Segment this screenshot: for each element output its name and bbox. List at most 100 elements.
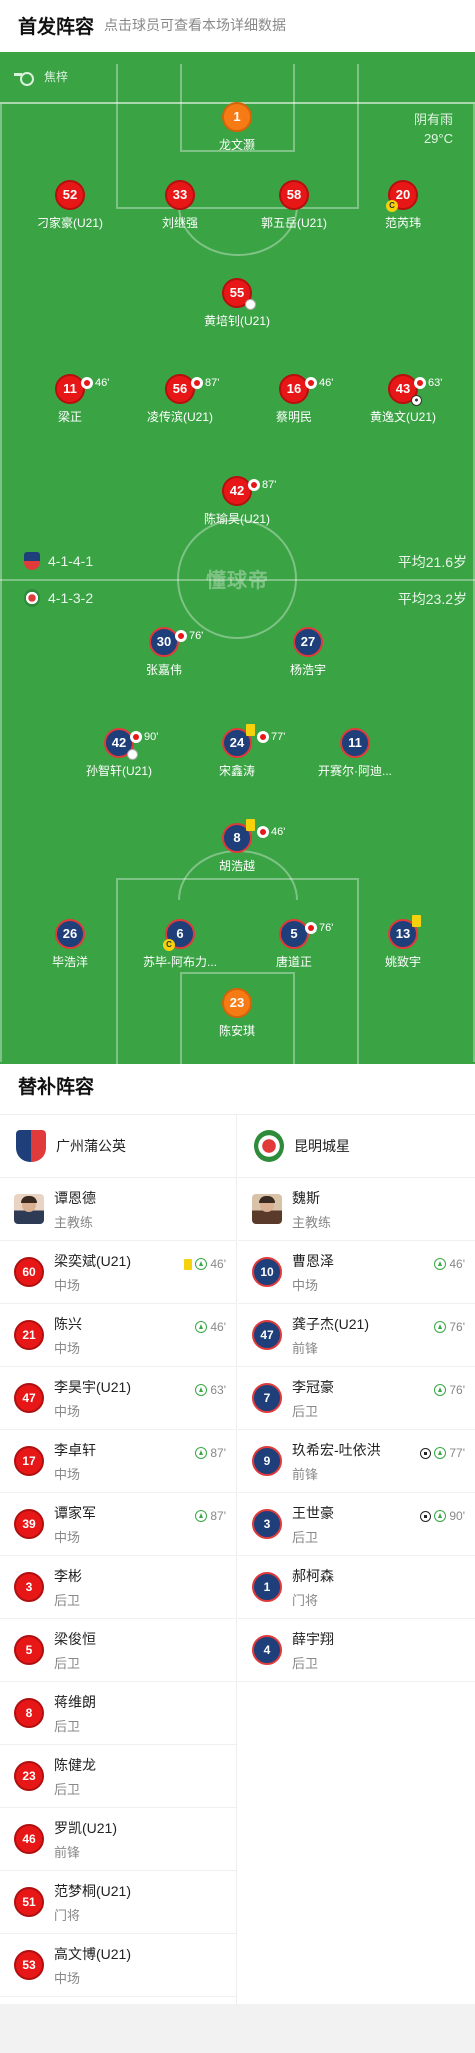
sub-player-row[interactable]: 46 罗凯(U21) 前锋 [0,1808,236,1871]
footer [0,2004,475,2053]
player-card[interactable]: 42 87' 陈瑜昊(U21) [177,476,297,527]
player-card[interactable]: 55 黄培钊(U21) [177,278,297,329]
sub-player-row[interactable]: 4 薛宇翔 后卫 [238,1619,475,1682]
sub-player-row[interactable]: 3 李彬 后卫 [0,1556,236,1619]
home-team-header[interactable]: 广州蒲公英 [0,1115,236,1178]
sub-player-row[interactable]: 17 李卓轩 中场 87' [0,1430,236,1493]
sub-player-row[interactable]: 3 王世豪 后卫 90' [238,1493,475,1556]
away-shield-icon [24,589,40,607]
yellow-card-icon [246,724,255,736]
shirt-number: 60 [14,1257,44,1287]
player-card[interactable]: 42 90' 孙智轩(U21) [59,728,179,779]
sub-off-marker: 46' [305,370,333,396]
sub-player-row[interactable]: 10 曹恩泽 中场 46' [238,1241,475,1304]
sub-on-icon [434,1258,447,1270]
player-position: 中场 [54,1970,81,1986]
coach-row[interactable]: 魏斯 主教练 [238,1178,475,1241]
player-name: 曹恩泽 [292,1252,334,1269]
shirt-number: 23 [222,988,252,1018]
sub-player-row[interactable]: 51 范梦桐(U21) 门将 [0,1871,236,1934]
sub-time: 46' [319,377,334,389]
sub-player-row[interactable]: 21 陈兴 中场 46' [0,1304,236,1367]
player-card[interactable]: 30 76' 张嘉伟 [104,627,224,678]
player-position: 中场 [54,1403,81,1419]
player-name: 杨浩宇 [289,663,326,677]
player-card[interactable]: 52 刁家豪(U21) [10,180,130,231]
player-name: 郭五岳(U21) [260,216,327,230]
player-card[interactable]: 43 63' ● 黄逸文(U21) [343,374,463,425]
player-card[interactable]: 5 76' 唐道正 [234,919,354,970]
player-card[interactable]: 26 毕浩洋 [10,919,130,970]
player-name: 孙智轩(U21) [85,764,152,778]
player-position: 后卫 [54,1718,81,1734]
player-name: 梁正 [57,410,82,424]
player-card[interactable]: 8 46' 胡浩越 [177,819,297,874]
player-position: 后卫 [292,1529,319,1545]
coach-role: 主教练 [54,1214,94,1230]
sub-time: 87' [210,1446,226,1460]
away-formation-row: 4-1-3-2 [24,589,93,607]
player-gk-away[interactable]: 23 陈安琪 [177,988,297,1039]
sub-player-row[interactable]: 39 谭家军 中场 87' [0,1493,236,1556]
sub-player-row[interactable]: 1 郝柯森 门将 [238,1556,475,1619]
sub-player-row[interactable]: 23 陈健龙 后卫 [0,1745,236,1808]
whistle-icon [14,71,34,86]
player-name: 李昊宇(U21) [54,1378,132,1395]
shirt-number: 47 [252,1320,282,1350]
shirt-number: 6C [163,919,195,951]
sub-time: 90' [144,731,159,743]
sub-time: 76' [319,922,334,934]
sub-player-row[interactable]: 47 龚子杰(U21) 前锋 76' [238,1304,475,1367]
player-card[interactable]: 20 C 范芮玮 [343,180,463,231]
subs-title: 替补阵容 [18,1077,95,1098]
player-card[interactable]: 58 郭五岳(U21) [234,180,354,231]
sub-player-row[interactable]: 7 李冠豪 后卫 76' [238,1367,475,1430]
sub-on-event: 46' [434,1257,465,1271]
team-name: 昆明城星 [294,1138,350,1154]
coach-row[interactable]: 谭恩德 主教练 [0,1178,236,1241]
player-name: 姚致宇 [384,955,421,969]
sub-player-row[interactable]: 8 蒋维朗 后卫 [0,1682,236,1745]
player-position: 中场 [54,1466,81,1482]
page-subtitle: 点击球员可查看本场详细数据 [104,17,287,33]
sub-off-icon [81,377,93,389]
sub-off-icon [257,731,269,743]
home-formation: 4-1-4-1 [48,553,94,569]
player-name: 谭家军 [54,1504,96,1521]
shirt-number: 58 [279,180,309,210]
sub-time: 46' [449,1257,465,1271]
sub-player-row[interactable]: 5 梁俊恒 后卫 [0,1619,236,1682]
sub-player-row[interactable]: 60 梁奕斌(U21) 中场 46' [0,1241,236,1304]
shirt-number-text: 55 [229,285,245,300]
player-position: 门将 [54,1907,81,1923]
sub-player-row[interactable]: 9 玖希宏-吐依洪 前锋 77' [238,1430,475,1493]
home-shield-icon [24,552,40,570]
sub-off-icon [191,377,203,389]
player-card[interactable]: 16 46' 蔡明民 [234,374,354,425]
away-team-header[interactable]: 昆明城星 [238,1115,475,1178]
sub-on-icon [434,1510,447,1522]
shirt-number-text: 5 [290,926,298,941]
sub-on-icon [434,1384,447,1396]
player-card[interactable]: 56 87' 凌传滨(U21) [120,374,240,425]
player-card[interactable]: 33 刘继强 [120,180,240,231]
sub-player-row[interactable]: 53 高文博(U21) 中场 [0,1934,236,1997]
player-card[interactable]: 11 开赛尔·阿迪... [303,728,407,779]
player-position: 前锋 [292,1466,319,1482]
player-name: 范芮玮 [384,216,421,230]
player-gk-home[interactable]: 1 龙文灏 [177,102,297,153]
player-card[interactable]: 27 杨浩宇 [248,627,368,678]
player-position: 中场 [54,1340,81,1356]
shirt-number: 51 [14,1887,44,1917]
sub-on-event: 46' [195,1320,226,1334]
sub-off-marker: 77' [257,724,285,750]
player-card[interactable]: 24 77' 宋鑫涛 [177,724,297,779]
shirt-number-text: 6 [176,926,184,941]
weather: 阴有雨 29°C [414,110,453,148]
player-card[interactable]: 11 46' 梁正 [10,374,130,425]
player-position: 后卫 [54,1781,81,1797]
sub-player-row[interactable]: 47 李昊宇(U21) 中场 63' [0,1367,236,1430]
player-name: 刁家豪(U21) [36,216,103,230]
player-card[interactable]: 6C 苏毕-阿布力... [124,919,236,970]
player-card[interactable]: 13 姚致宇 [343,915,463,970]
